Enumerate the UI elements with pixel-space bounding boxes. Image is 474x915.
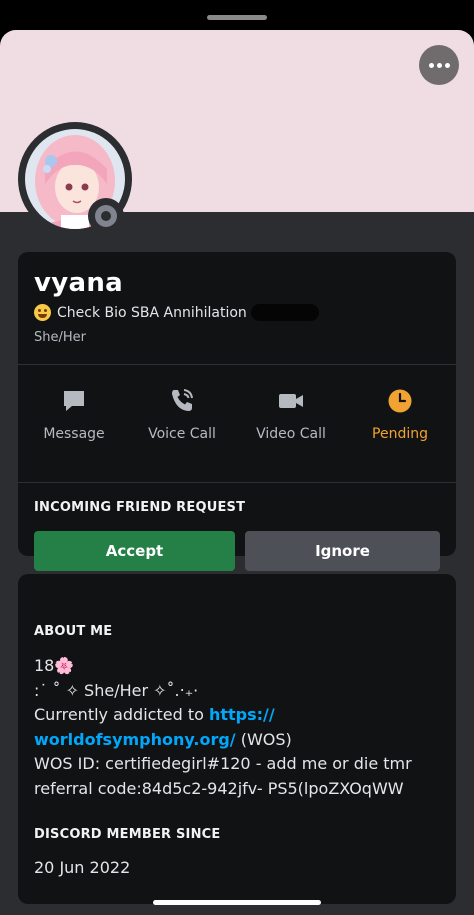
about-card: ABOUT ME 18🌸 :˙ ˚ ✧ She/Her ✧˚.‧₊· Curre… (18, 574, 456, 904)
voice-call-label: Voice Call (148, 426, 216, 442)
message-label: Message (43, 426, 105, 442)
about-text: Currently addicted to (34, 705, 209, 724)
about-line: 18🌸 (34, 656, 75, 675)
status-indicator (88, 198, 124, 234)
pending-label: Pending (372, 426, 428, 442)
pending-button[interactable]: Pending (352, 380, 448, 460)
about-line: :˙ ˚ ✧ She/Her ✧˚.‧₊· (34, 680, 199, 700)
display-name: vyana (34, 268, 123, 298)
about-me-title: ABOUT ME (34, 624, 113, 639)
video-call-button[interactable]: Video Call (243, 380, 339, 460)
message-icon (61, 384, 87, 414)
more-dot-icon (444, 62, 450, 68)
friend-request-title: INCOMING FRIEND REQUEST (34, 500, 246, 515)
clock-icon (387, 384, 413, 414)
pronouns: She/Her (34, 330, 86, 345)
about-line: worldofsymphony.org/ (WOS) (34, 728, 444, 753)
next-card-edge (32, 906, 442, 915)
message-button[interactable]: Message (26, 380, 122, 460)
member-since-title: DISCORD MEMBER SINCE (34, 827, 221, 842)
video-camera-icon (277, 384, 305, 414)
offline-status-icon (95, 205, 117, 227)
accept-button[interactable]: Accept (34, 531, 235, 571)
divider (18, 482, 456, 483)
website-link-cont[interactable]: worldofsymphony.org/ (34, 730, 236, 749)
about-me-text: 18🌸 :˙ ˚ ✧ She/Her ✧˚.‧₊· Currently addi… (34, 654, 444, 801)
sheet-grabber[interactable] (207, 15, 267, 20)
custom-status-text: Check Bio SBA Annihilation (57, 304, 247, 321)
about-line: WOS ID: certifiedegirl#120 - add me or d… (34, 754, 412, 773)
profile-card: vyana Check Bio SBA Annihilation She/Her… (18, 252, 456, 571)
home-indicator[interactable] (153, 900, 321, 905)
voice-call-button[interactable]: Voice Call (134, 380, 230, 460)
redaction-mark (250, 304, 319, 321)
more-dot-icon (436, 62, 442, 68)
about-text: (WOS) (235, 729, 292, 749)
website-link[interactable]: https:// (209, 705, 275, 724)
video-call-label: Video Call (256, 426, 326, 442)
about-line: Currently addicted to https:// (34, 703, 444, 728)
starstruck-emoji-icon (34, 304, 51, 321)
more-dot-icon (428, 62, 434, 68)
more-options-button[interactable] (419, 45, 459, 85)
action-row: Message Voice Call Video Call Pending (18, 380, 456, 460)
about-line: referral code:84d5c2-942jfv- PS5(lpoZXOq… (34, 778, 404, 798)
custom-status: Check Bio SBA Annihilation (34, 304, 319, 321)
phone-icon (168, 384, 196, 414)
ignore-button[interactable]: Ignore (245, 531, 440, 571)
divider (18, 364, 456, 365)
member-since-date: 20 Jun 2022 (34, 858, 131, 877)
